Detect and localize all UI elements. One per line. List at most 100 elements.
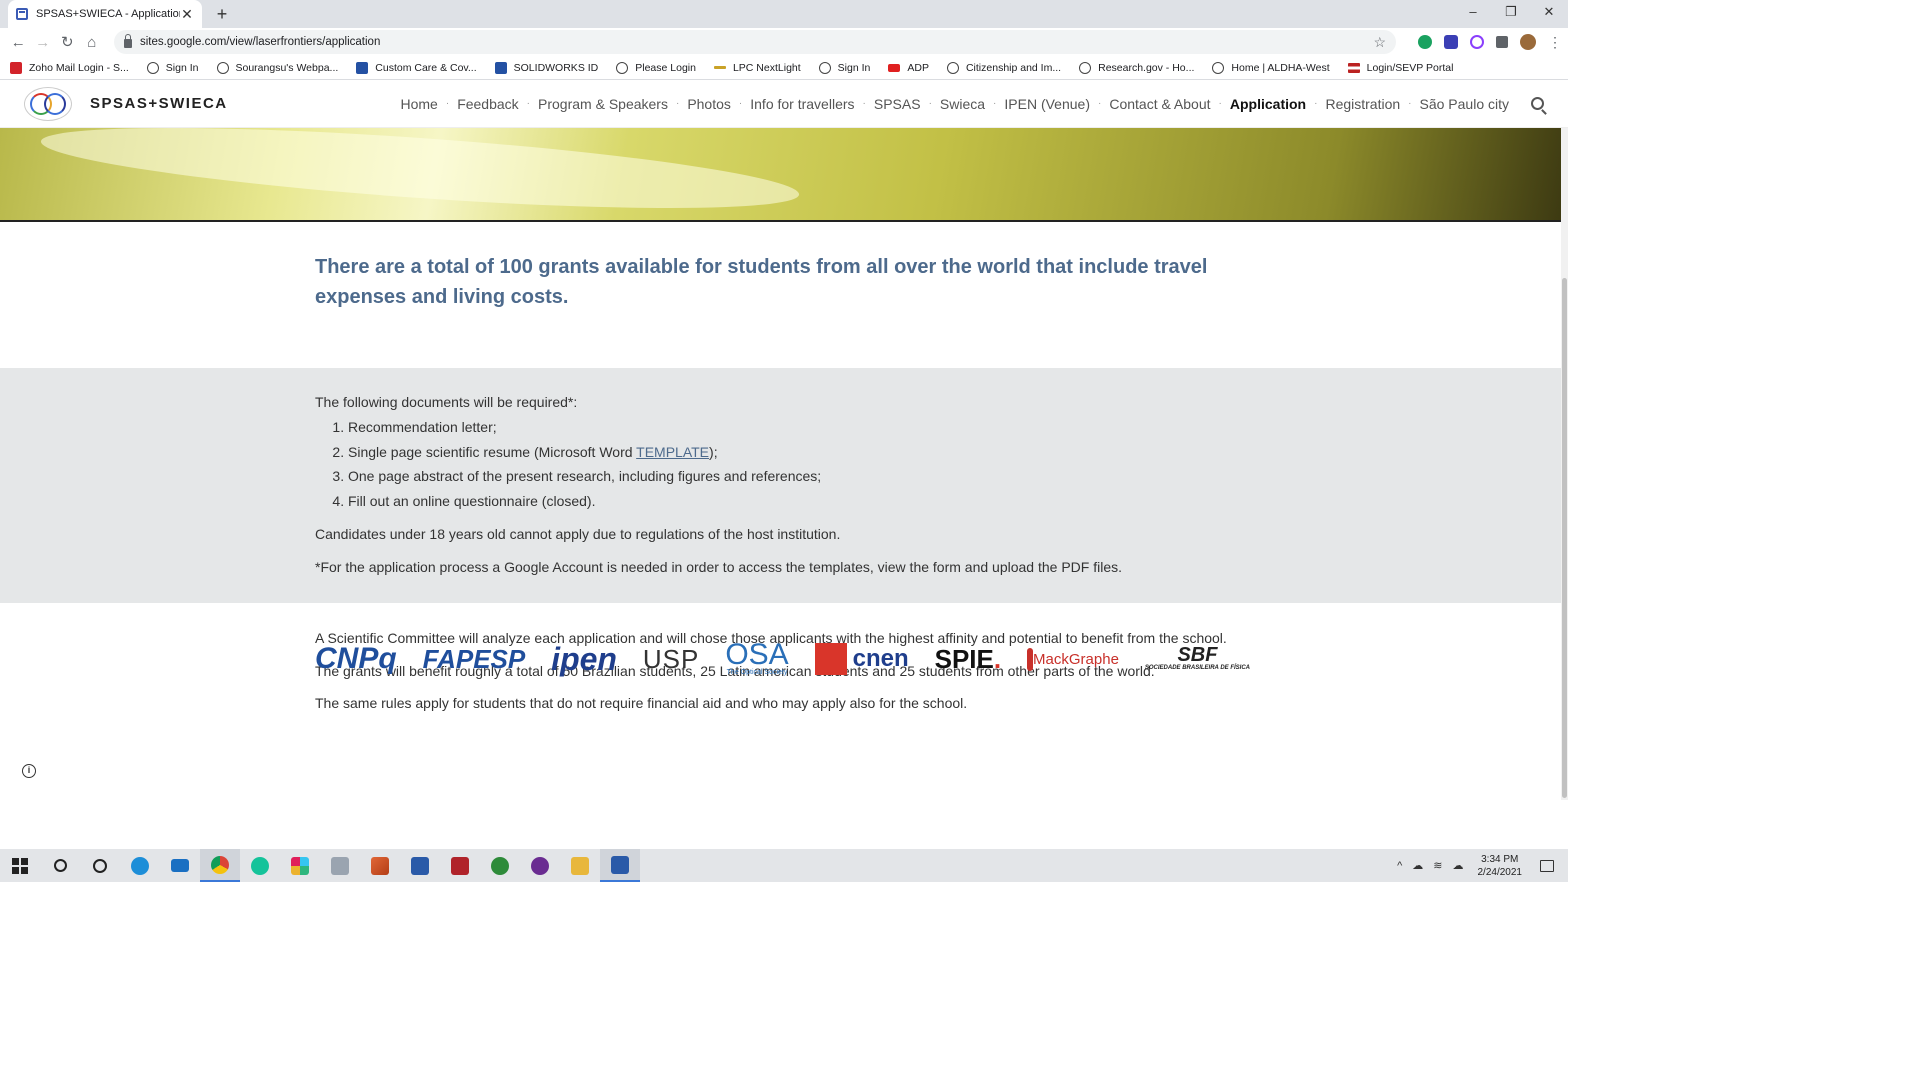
- tray-chevron-icon[interactable]: ^: [1397, 860, 1402, 872]
- app-icon[interactable]: [320, 849, 360, 882]
- nav-program-speakers[interactable]: Program & Speakers: [538, 96, 668, 112]
- taskbar-clock[interactable]: 3:34 PM 2/24/2021: [1478, 853, 1523, 879]
- bookmark-star-icon[interactable]: ☆: [1373, 34, 1386, 51]
- nav-sao-paulo-city[interactable]: São Paulo city: [1420, 96, 1510, 112]
- profile-avatar[interactable]: [1520, 34, 1536, 50]
- bookmark-label: ADP: [907, 61, 929, 74]
- search-taskbar-icon[interactable]: [40, 849, 80, 882]
- fapesp-logo: FAPESP: [422, 643, 526, 674]
- nav-application[interactable]: Application: [1230, 96, 1306, 112]
- bookmark-item[interactable]: Home | ALDHA-West: [1212, 61, 1330, 74]
- site-logo[interactable]: [24, 86, 72, 121]
- mendeley-logo-icon: [451, 856, 469, 875]
- grammarly-icon[interactable]: [240, 849, 280, 882]
- bookmark-item[interactable]: Please Login: [616, 61, 696, 74]
- edge-icon[interactable]: [120, 849, 160, 882]
- cnen-mark-icon: [814, 643, 847, 675]
- scrollbar-thumb[interactable]: [1562, 278, 1567, 798]
- nav-separator: ·: [1218, 98, 1222, 109]
- site-brand[interactable]: SPSAS+SWIECA: [90, 95, 228, 112]
- wifi-icon[interactable]: ≋: [1433, 859, 1442, 872]
- bookmark-item[interactable]: SOLIDWORKS ID: [494, 61, 598, 74]
- info-icon[interactable]: i: [22, 764, 36, 778]
- search-icon[interactable]: [1531, 97, 1544, 110]
- browser-tab-bar: SPSAS+SWIECA - Application ✕ + – ❐ ✕: [0, 0, 1568, 28]
- bookmark-item[interactable]: ADP: [888, 62, 929, 74]
- cloud-icon[interactable]: ☁: [1453, 859, 1464, 872]
- mackgraphe-logo-text: MackGraphe: [1033, 650, 1119, 668]
- notification-icon[interactable]: [1540, 859, 1554, 872]
- nav-swieca[interactable]: Swieca: [940, 96, 985, 112]
- extensions-puzzle-icon[interactable]: [1496, 36, 1508, 48]
- chrome-icon[interactable]: [200, 849, 240, 882]
- url-text[interactable]: sites.google.com/view/laserfrontiers/app…: [140, 36, 1373, 48]
- browser-tab[interactable]: SPSAS+SWIECA - Application ✕: [8, 0, 202, 28]
- page-scrollbar[interactable]: [1561, 128, 1568, 800]
- globe-icon: [818, 61, 831, 74]
- circle-icon: [93, 858, 107, 873]
- age-note: Candidates under 18 years old cannot app…: [315, 525, 841, 542]
- start-button[interactable]: [0, 849, 40, 882]
- nav-ipen-venue[interactable]: IPEN (Venue): [1004, 96, 1090, 112]
- bookmark-item[interactable]: Login/SEVP Portal: [1347, 62, 1453, 74]
- usp-logo: USP: [642, 643, 700, 674]
- close-tab-icon[interactable]: ✕: [180, 6, 194, 23]
- back-arrow-icon[interactable]: ←: [6, 34, 31, 51]
- nav-contact-about[interactable]: Contact & About: [1109, 96, 1210, 112]
- bookmark-item[interactable]: Sourangsu's Webpa...: [216, 61, 339, 74]
- app-purple-icon[interactable]: [520, 849, 560, 882]
- onedrive-icon[interactable]: ☁: [1412, 859, 1423, 872]
- slack-icon[interactable]: [280, 849, 320, 882]
- cnen-logo-text: cnen: [852, 645, 909, 672]
- restore-button[interactable]: ❐: [1492, 0, 1530, 28]
- url-bar[interactable]: sites.google.com/view/laserfrontiers/app…: [114, 30, 1396, 54]
- close-window-button[interactable]: ✕: [1530, 0, 1568, 28]
- web-page: SPSAS+SWIECA Home · Feedback · Program & S…: [0, 80, 1568, 800]
- bookmark-item[interactable]: Sign In: [818, 61, 871, 74]
- extension-screen-icon[interactable]: [1444, 35, 1458, 49]
- bookmark-label: Sign In: [837, 61, 871, 74]
- minimize-button[interactable]: –: [1454, 0, 1492, 28]
- template-link[interactable]: TEMPLATE: [636, 444, 709, 460]
- windows-taskbar: ^ ☁ ≋ ☁ 3:34 PM 2/24/2021: [0, 849, 1568, 882]
- lock-icon[interactable]: [124, 33, 132, 48]
- cmd-icon[interactable]: [400, 849, 440, 882]
- bookmark-item[interactable]: Zoho Mail Login - S...: [10, 61, 129, 74]
- nav-home[interactable]: Home: [400, 96, 437, 112]
- terminal-icon: [611, 855, 629, 874]
- bookmark-item[interactable]: LPC NextLight: [713, 62, 801, 74]
- matlab-icon[interactable]: [360, 849, 400, 882]
- nav-feedback[interactable]: Feedback: [457, 96, 518, 112]
- nav-registration[interactable]: Registration: [1325, 96, 1400, 112]
- bookmark-label: Sourangsu's Webpa...: [235, 61, 339, 74]
- window-controls: – ❐ ✕: [1454, 0, 1568, 28]
- slack-logo-icon: [291, 856, 309, 875]
- home-icon[interactable]: ⌂: [80, 34, 105, 51]
- nav-separator: ·: [526, 98, 531, 109]
- bookmark-item[interactable]: Research.gov - Ho...: [1079, 61, 1194, 74]
- extension-ring-icon[interactable]: [1470, 35, 1484, 49]
- extension-green-icon[interactable]: [1418, 35, 1432, 49]
- bookmark-label: Sign In: [165, 61, 199, 74]
- new-tab-button[interactable]: +: [212, 4, 232, 25]
- file-explorer-icon[interactable]: [560, 849, 600, 882]
- app-green-icon[interactable]: [480, 849, 520, 882]
- browser-menu-icon[interactable]: ⋮: [1548, 34, 1562, 51]
- sponsor-logos: CNPq FAPESP ipen USP OSA The Optical Soci…: [315, 628, 1250, 690]
- nav-separator: ·: [862, 98, 866, 109]
- cmd-active-icon[interactable]: [600, 849, 640, 882]
- same-rules-text: The same rules apply for students that d…: [315, 695, 968, 711]
- mail-icon[interactable]: [160, 849, 200, 882]
- cortana-icon[interactable]: [80, 849, 120, 882]
- nav-spsas[interactable]: SPSAS: [874, 96, 921, 112]
- reload-icon[interactable]: ↻: [55, 33, 80, 51]
- bookmark-item[interactable]: Citizenship and Im...: [946, 61, 1062, 74]
- bookmark-item[interactable]: Sign In: [146, 61, 199, 74]
- nav-info-travellers[interactable]: Info for travellers: [750, 96, 854, 112]
- mendeley-icon[interactable]: [440, 849, 480, 882]
- house-icon: [1212, 61, 1225, 74]
- bookmark-label: Citizenship and Im...: [965, 61, 1062, 74]
- forward-arrow-icon[interactable]: →: [31, 34, 56, 51]
- bookmark-item[interactable]: Custom Care & Cov...: [356, 61, 477, 74]
- nav-photos[interactable]: Photos: [687, 96, 731, 112]
